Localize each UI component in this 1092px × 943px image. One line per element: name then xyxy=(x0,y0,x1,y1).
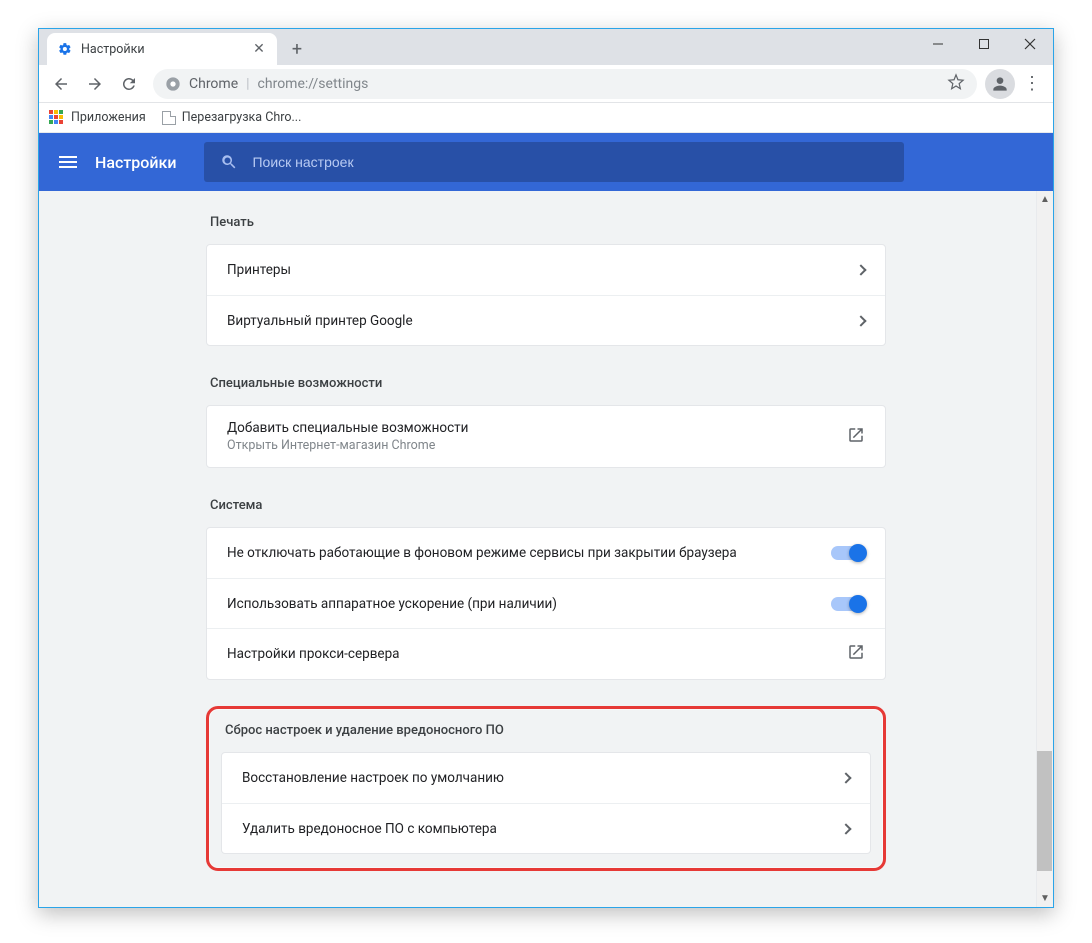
apps-grid-icon xyxy=(49,110,65,126)
external-link-icon xyxy=(847,643,865,665)
section-title-accessibility: Специальные возможности xyxy=(210,376,882,391)
toggle-switch[interactable] xyxy=(831,597,865,611)
gear-icon xyxy=(57,41,73,57)
close-tab-icon[interactable]: ✕ xyxy=(251,41,267,57)
row-label: Виртуальный принтер Google xyxy=(227,313,857,329)
settings-page: Настройки ▲ ▼ Печать Принтеры xyxy=(39,133,1053,907)
maximize-button[interactable] xyxy=(961,29,1007,59)
scroll-down-arrow[interactable]: ▼ xyxy=(1037,890,1053,907)
search-input[interactable] xyxy=(252,154,888,170)
settings-header: Настройки xyxy=(39,133,1053,191)
forward-button[interactable] xyxy=(79,68,111,100)
row-label: Добавить специальные возможности xyxy=(227,420,847,436)
card-reset: Восстановление настроек по умолчанию Уда… xyxy=(221,752,871,854)
bookmark-item[interactable]: Перезагрузка Chro... xyxy=(162,110,302,125)
reload-button[interactable] xyxy=(113,68,145,100)
chevron-right-icon xyxy=(840,772,851,783)
card-system: Не отключать работающие в фоновом режиме… xyxy=(206,527,886,680)
apps-label: Приложения xyxy=(71,110,146,125)
chevron-right-icon xyxy=(855,315,866,326)
card-print: Принтеры Виртуальный принтер Google xyxy=(206,244,886,346)
titlebar: Настройки ✕ + xyxy=(39,29,1053,65)
chrome-icon xyxy=(165,76,181,92)
minimize-button[interactable] xyxy=(915,29,961,59)
search-icon xyxy=(220,153,238,171)
toggle-switch[interactable] xyxy=(831,546,865,560)
section-title-print: Печать xyxy=(210,215,882,230)
bookmark-star-icon[interactable] xyxy=(947,73,965,95)
row-label: Не отключать работающие в фоновом режиме… xyxy=(227,545,831,561)
address-bar[interactable]: Chrome | chrome://settings xyxy=(153,69,977,99)
new-tab-button[interactable]: + xyxy=(283,35,311,63)
tab-title: Настройки xyxy=(81,42,251,57)
scroll-up-arrow[interactable]: ▲ xyxy=(1037,191,1053,208)
row-sublabel: Открыть Интернет-магазин Chrome xyxy=(227,438,847,453)
row-label: Принтеры xyxy=(227,262,857,278)
page-title: Настройки xyxy=(95,153,176,172)
row-label: Удалить вредоносное ПО с компьютера xyxy=(242,821,842,837)
row-label: Настройки прокси-сервера xyxy=(227,646,847,662)
chevron-right-icon xyxy=(840,823,851,834)
menu-icon[interactable] xyxy=(59,156,77,168)
apps-shortcut[interactable]: Приложения xyxy=(49,110,146,126)
row-proxy-settings[interactable]: Настройки прокси-сервера xyxy=(207,628,885,679)
close-window-button[interactable] xyxy=(1007,29,1053,59)
settings-body: ▲ ▼ Печать Принтеры Виртуальный принтер … xyxy=(39,191,1053,907)
row-background-services[interactable]: Не отключать работающие в фоновом режиме… xyxy=(207,528,885,578)
section-title-reset: Сброс настроек и удаление вредоносного П… xyxy=(225,723,867,738)
row-cloud-print[interactable]: Виртуальный принтер Google xyxy=(207,295,885,345)
profile-button[interactable] xyxy=(985,69,1015,99)
row-hardware-accel[interactable]: Использовать аппаратное ускорение (при н… xyxy=(207,578,885,628)
browser-tab-settings[interactable]: Настройки ✕ xyxy=(47,33,277,65)
back-button[interactable] xyxy=(45,68,77,100)
page-icon xyxy=(162,111,176,125)
tab-strip: Настройки ✕ + xyxy=(39,29,311,65)
omnibox-url: chrome://settings xyxy=(258,76,369,92)
row-printers[interactable]: Принтеры xyxy=(207,245,885,295)
section-title-system: Система xyxy=(210,498,882,513)
row-cleanup-computer[interactable]: Удалить вредоносное ПО с компьютера xyxy=(222,803,870,853)
card-accessibility: Добавить специальные возможности Открыть… xyxy=(206,405,886,468)
omnibox-separator: | xyxy=(246,76,249,92)
row-label: Использовать аппаратное ускорение (при н… xyxy=(227,596,831,612)
scrollbar[interactable]: ▲ ▼ xyxy=(1036,191,1053,907)
menu-button[interactable]: ⋮ xyxy=(1017,73,1047,94)
bookmarks-bar: Приложения Перезагрузка Chro... xyxy=(39,103,1053,133)
row-label: Восстановление настроек по умолчанию xyxy=(242,770,842,786)
browser-window: Настройки ✕ + Chrome | chrome://settings xyxy=(38,28,1054,908)
external-link-icon xyxy=(847,426,865,448)
window-controls xyxy=(915,29,1053,59)
highlight-reset-section: Сброс настроек и удаление вредоносного П… xyxy=(206,706,886,871)
row-add-accessibility[interactable]: Добавить специальные возможности Открыть… xyxy=(207,406,885,467)
row-restore-defaults[interactable]: Восстановление настроек по умолчанию xyxy=(222,753,870,803)
settings-content: Печать Принтеры Виртуальный принтер Goog… xyxy=(206,191,886,907)
bookmark-label: Перезагрузка Chro... xyxy=(182,110,302,125)
chevron-right-icon xyxy=(855,264,866,275)
settings-search[interactable] xyxy=(204,142,904,182)
scroll-thumb[interactable] xyxy=(1037,751,1052,871)
nav-toolbar: Chrome | chrome://settings ⋮ xyxy=(39,65,1053,103)
omnibox-scheme-label: Chrome xyxy=(189,76,238,92)
